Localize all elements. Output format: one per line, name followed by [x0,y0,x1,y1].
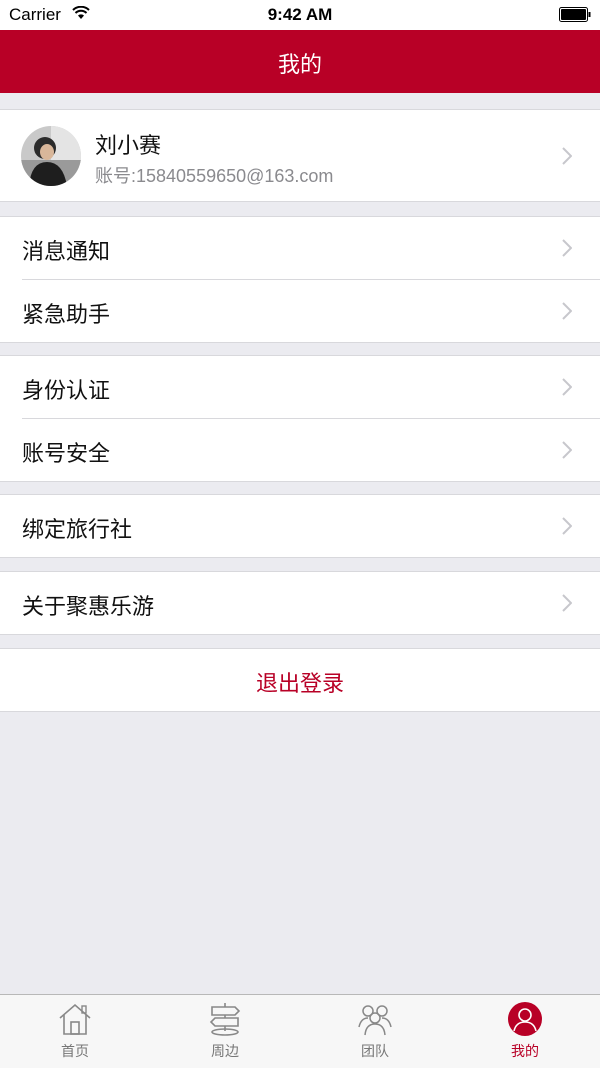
home-icon [59,1003,91,1035]
chevron-right-icon [562,302,572,320]
menu-group-notifications: 消息通知 紧急助手 [0,216,600,343]
profile-account: 账号:15840559650@163.com [95,166,334,186]
menu-group-account: 身份认证 账号安全 [0,355,600,482]
menu-item-identity[interactable]: 身份认证 [0,356,600,418]
profile-row[interactable]: 刘小赛 账号:15840559650@163.com [0,109,600,202]
menu-item-label: 绑定旅行社 [22,518,133,543]
status-bar: Carrier 9:42 AM [0,0,600,30]
signpost-icon [209,1003,241,1036]
tab-label: 周边 [211,1044,239,1060]
page-title: 我的 [277,53,322,78]
profile-name: 刘小赛 [95,134,162,159]
tab-mine[interactable]: 我的 [450,995,600,1068]
menu-item-about[interactable]: 关于聚惠乐游 [0,572,600,634]
tab-nearby[interactable]: 周边 [150,995,300,1068]
chevron-right-icon [562,441,572,459]
logout-button[interactable]: 退出登录 [0,648,600,712]
logout-label: 退出登录 [255,672,344,697]
tab-bar: 首页 周边 团队 我的 [0,994,600,1068]
avatar [21,126,81,186]
menu-item-security[interactable]: 账号安全 [22,418,600,481]
menu-item-label: 消息通知 [22,240,111,265]
tab-label: 首页 [61,1044,89,1060]
tab-label: 我的 [511,1044,539,1060]
navigation-bar: 我的 [0,30,600,93]
chevron-right-icon [562,517,572,535]
menu-item-agency[interactable]: 绑定旅行社 [0,495,600,557]
chevron-right-icon [562,147,572,165]
team-icon [358,1005,392,1036]
menu-item-label: 关于聚惠乐游 [22,595,155,620]
chevron-right-icon [562,378,572,396]
menu-group-about: 关于聚惠乐游 [0,571,600,635]
menu-item-label: 身份认证 [22,379,111,404]
menu-item-label: 紧急助手 [22,303,111,328]
tab-home[interactable]: 首页 [0,995,150,1068]
menu-item-emergency[interactable]: 紧急助手 [22,279,600,342]
menu-group-agency: 绑定旅行社 [0,494,600,558]
battery-icon [559,7,591,22]
tab-team[interactable]: 团队 [300,995,450,1068]
user-icon [508,1002,542,1036]
tab-label: 团队 [361,1044,389,1060]
clock: 9:42 AM [267,5,333,24]
chevron-right-icon [562,239,572,257]
chevron-right-icon [562,594,572,612]
menu-item-label: 账号安全 [22,442,111,467]
menu-item-messages[interactable]: 消息通知 [0,217,600,279]
avatar-photo [21,126,81,186]
